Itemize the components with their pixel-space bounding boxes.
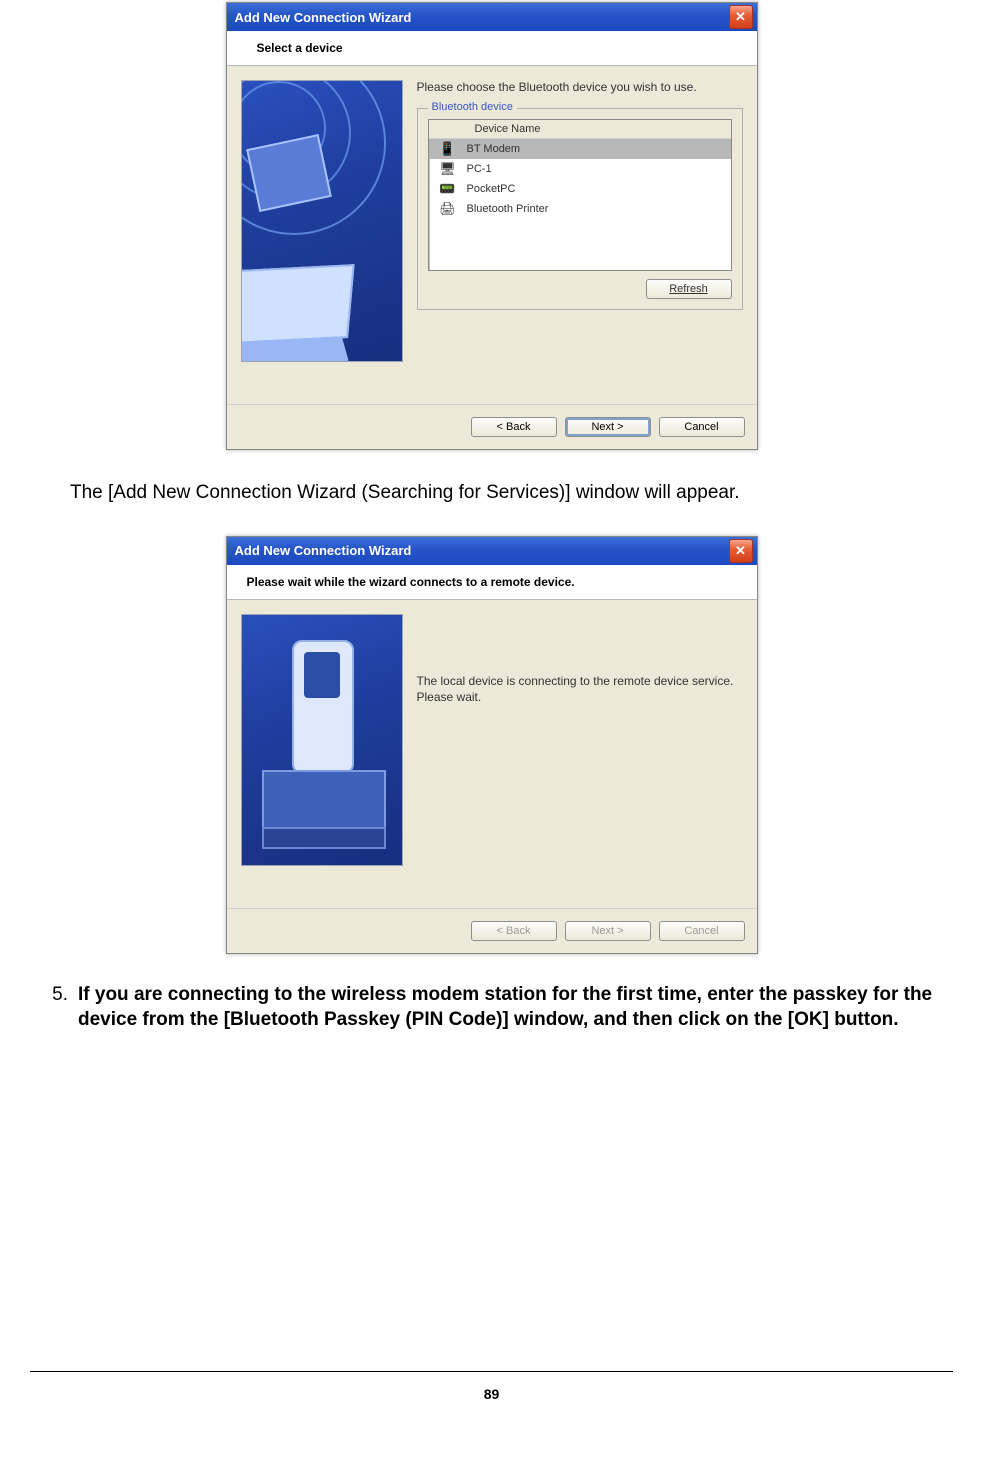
- group-legend: Bluetooth device: [428, 101, 517, 113]
- device-name: BT Modem: [467, 143, 521, 155]
- close-icon: ✕: [735, 543, 746, 559]
- prompt-text: Please choose the Bluetooth device you w…: [417, 80, 743, 94]
- dialog-header: Select a device: [227, 31, 757, 66]
- dialog-add-connection-select-device: Add New Connection Wizard ✕ Select a dev…: [226, 2, 758, 450]
- close-button[interactable]: ✕: [729, 5, 753, 29]
- cancel-button[interactable]: Cancel: [659, 417, 745, 437]
- back-button[interactable]: < Back: [471, 417, 557, 437]
- bluetooth-device-group: Bluetooth device Device Name 📱 BT Modem …: [417, 108, 743, 310]
- next-button: Next >: [565, 921, 651, 941]
- device-name: PocketPC: [467, 183, 516, 195]
- narrative-text: The [Add New Connection Wizard (Searchin…: [70, 480, 953, 506]
- dialog-footer: < Back Next > Cancel: [227, 404, 757, 449]
- device-list[interactable]: Device Name 📱 BT Modem 🖥 PC-1 📟 PocketPC: [428, 119, 732, 271]
- wizard-illustration: [241, 614, 403, 866]
- dialog-add-connection-please-wait: Add New Connection Wizard ✕ Please wait …: [226, 536, 758, 954]
- close-icon: ✕: [735, 9, 746, 25]
- dialog-header-text: Select a device: [257, 41, 343, 55]
- pc-icon: 🖥: [439, 161, 457, 177]
- device-name: PC-1: [467, 163, 492, 175]
- dialog-footer: < Back Next > Cancel: [227, 908, 757, 953]
- titlebar[interactable]: Add New Connection Wizard ✕: [227, 537, 757, 565]
- close-button[interactable]: ✕: [729, 539, 753, 563]
- device-row[interactable]: 📱 BT Modem: [429, 139, 731, 159]
- device-row[interactable]: 🖥 PC-1: [429, 159, 731, 179]
- step-instruction: 5. If you are connecting to the wireless…: [30, 982, 953, 1033]
- status-text-line2: Please wait.: [417, 690, 743, 704]
- step-number: 5.: [30, 982, 78, 1033]
- page-number: 89: [30, 1371, 953, 1402]
- next-button[interactable]: Next >: [565, 417, 651, 437]
- device-row[interactable]: 📟 PocketPC: [429, 179, 731, 199]
- dialog-header-text: Please wait while the wizard connects to…: [247, 575, 575, 589]
- window-title: Add New Connection Wizard: [235, 10, 412, 25]
- phone-icon: 📱: [439, 141, 457, 157]
- cancel-button: Cancel: [659, 921, 745, 941]
- step-text: If you are connecting to the wireless mo…: [78, 982, 953, 1033]
- back-button: < Back: [471, 921, 557, 941]
- dialog-body: Please choose the Bluetooth device you w…: [227, 66, 757, 404]
- printer-icon: 🖨: [439, 201, 457, 217]
- refresh-button[interactable]: Refresh: [646, 279, 732, 299]
- device-list-header[interactable]: Device Name: [429, 120, 731, 139]
- device-name: Bluetooth Printer: [467, 203, 549, 215]
- window-title: Add New Connection Wizard: [235, 543, 412, 558]
- titlebar[interactable]: Add New Connection Wizard ✕: [227, 3, 757, 31]
- dialog-header: Please wait while the wizard connects to…: [227, 565, 757, 600]
- pda-icon: 📟: [439, 181, 457, 197]
- status-text-line1: The local device is connecting to the re…: [417, 674, 743, 688]
- device-row[interactable]: 🖨 Bluetooth Printer: [429, 199, 731, 219]
- dialog-body: The local device is connecting to the re…: [227, 600, 757, 908]
- wizard-illustration: [241, 80, 403, 362]
